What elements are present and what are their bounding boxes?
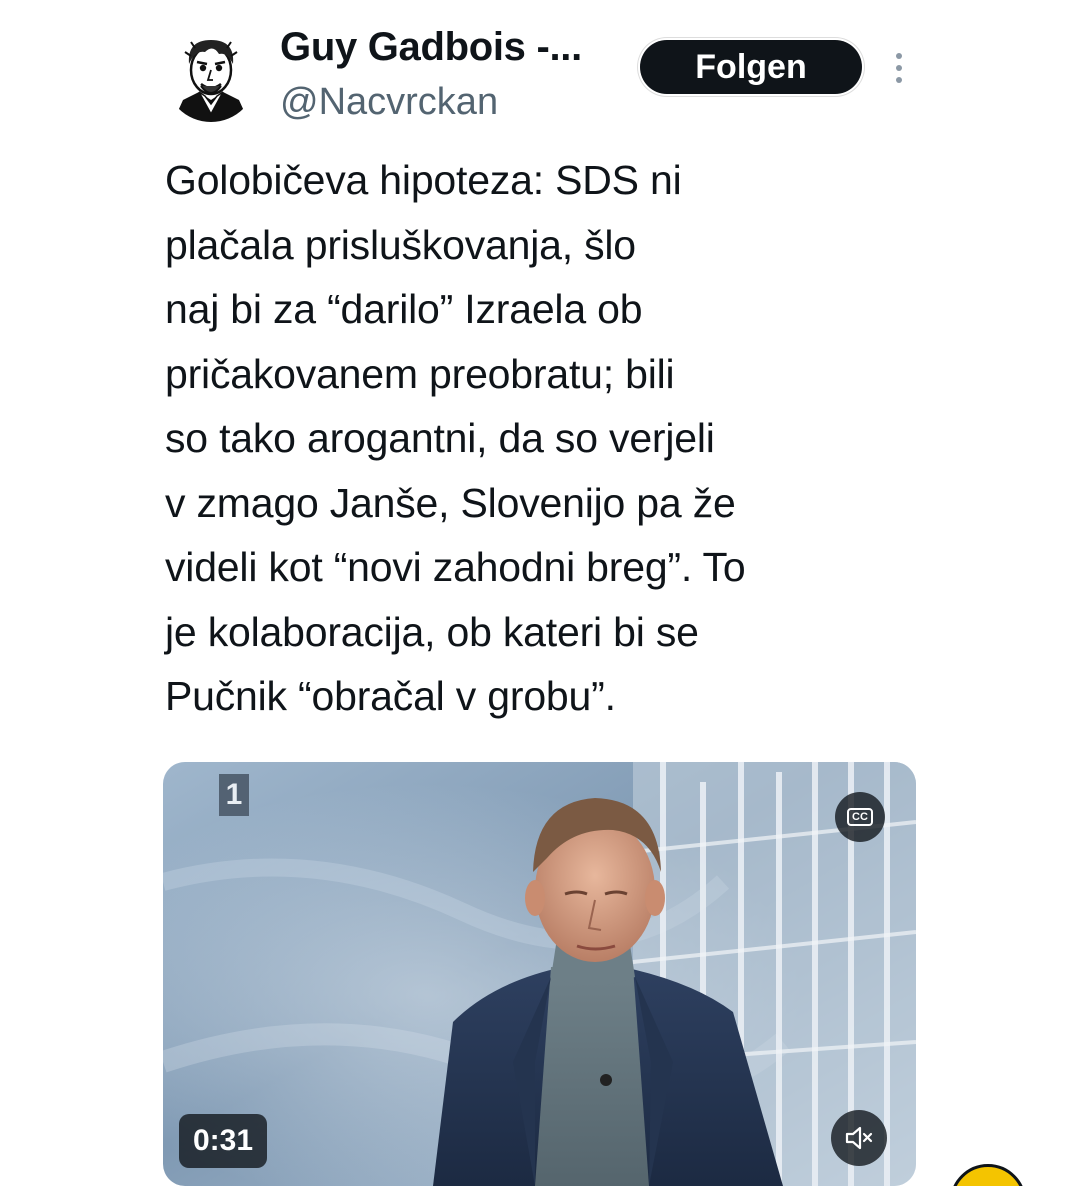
channel-logo: 1 <box>219 774 249 816</box>
speaker-muted-icon[interactable] <box>831 1110 887 1166</box>
author-name[interactable]: Guy Gadbois -... <box>280 22 582 72</box>
tweet-text: Golobičeva hipoteza: SDS ni plačala pris… <box>165 148 925 729</box>
video-duration: 0:31 <box>179 1114 267 1168</box>
author-avatar[interactable] <box>165 30 257 122</box>
tweet-text-line: v zmago Janše, Slovenijo pa že <box>165 479 736 526</box>
follow-button[interactable]: Folgen <box>640 40 862 94</box>
floating-action-icon[interactable] <box>950 1164 1026 1186</box>
tweet-text-line: naj bi za “darilo” Izraela ob <box>165 286 643 332</box>
tweet-text-line: so tako arogantni, da so verjeli <box>165 415 715 461</box>
author-handle[interactable]: @Nacvrckan <box>280 78 582 126</box>
author-info[interactable]: Guy Gadbois -... @Nacvrckan <box>280 22 582 126</box>
closed-captions-icon[interactable]: CC <box>835 792 885 842</box>
more-vertical-icon[interactable] <box>884 48 914 88</box>
tweet-text-line: videli kot “novi zahodni breg”. To <box>165 544 746 590</box>
avatar-drawing <box>165 30 257 122</box>
tweet-text-line: plačala prisluškovanja, šlo <box>165 221 636 268</box>
cc-label: CC <box>847 808 873 826</box>
video-frame <box>163 762 916 1186</box>
tweet-text-line: je kolaboracija, ob kateri bi se <box>165 608 699 655</box>
tweet-view: Guy Gadbois -... @Nacvrckan Folgen Golob… <box>0 0 1080 1186</box>
tweet-text-line: pričakovanem preobratu; bili <box>165 350 675 397</box>
tweet-text-line: Golobičeva hipoteza: SDS ni <box>165 157 682 203</box>
video-player[interactable]: 1 CC 0:31 <box>163 762 916 1186</box>
tweet-text-line: Pučnik “obračal v grobu”. <box>165 673 616 719</box>
